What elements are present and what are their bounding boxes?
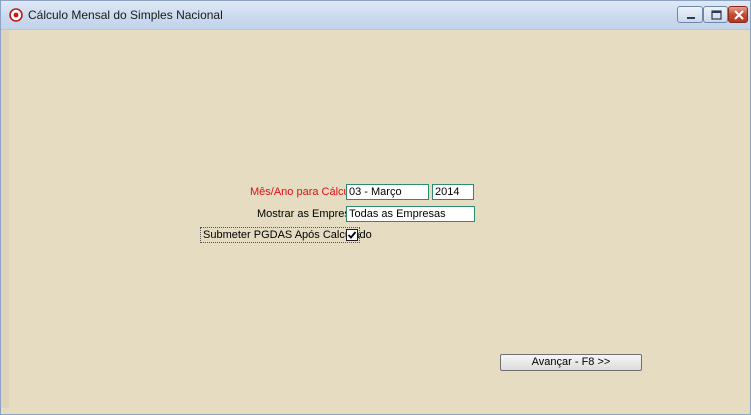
main-window: Cálculo Mensal do Simples Nacional Mês/A… (0, 0, 751, 415)
submit-pgdas-option[interactable]: Submeter PGDAS Após Calculado (200, 227, 372, 243)
close-button[interactable] (728, 6, 748, 23)
companies-field[interactable]: Todas as Empresas (346, 206, 475, 222)
year-field[interactable]: 2014 (432, 184, 474, 200)
period-label: Mês/Ano para Cálculo (250, 186, 359, 198)
next-button[interactable]: Avançar - F8 >> (500, 354, 642, 371)
minimize-button[interactable] (677, 6, 703, 23)
radio-target-icon (9, 8, 23, 22)
month-field[interactable]: 03 - Março (346, 184, 429, 200)
submit-pgdas-checkbox[interactable] (346, 229, 358, 241)
window-title: Cálculo Mensal do Simples Nacional (28, 8, 223, 22)
window-left-border (1, 30, 9, 408)
title-bar[interactable]: Cálculo Mensal do Simples Nacional (1, 1, 750, 30)
maximize-button[interactable] (703, 6, 728, 23)
